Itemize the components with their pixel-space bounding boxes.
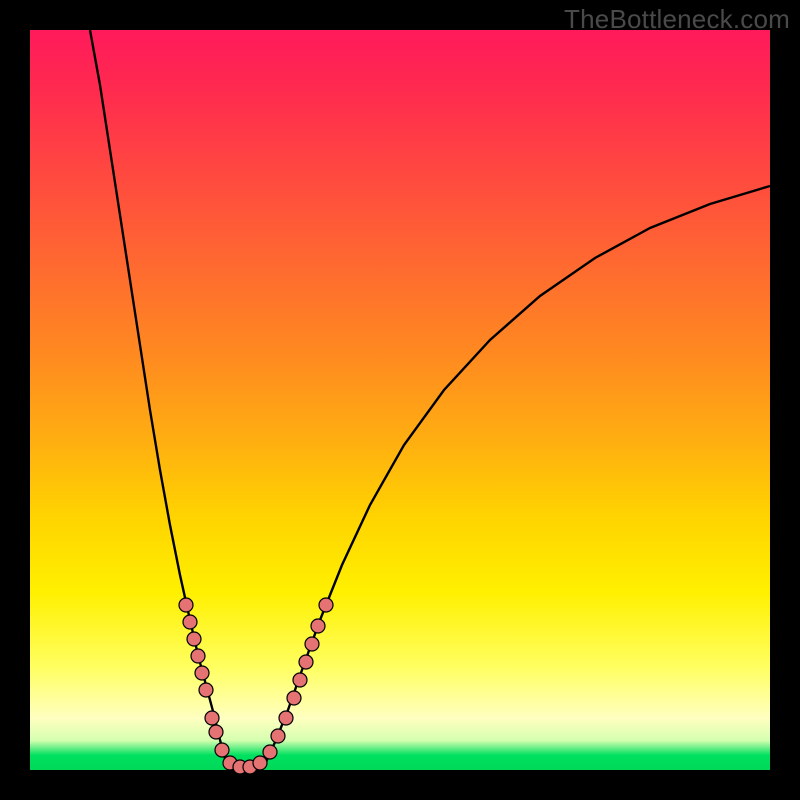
highlight-dot [209, 725, 223, 739]
highlight-dot [183, 615, 197, 629]
highlight-dot [263, 745, 277, 759]
highlight-dot [179, 598, 193, 612]
highlight-dot [199, 683, 213, 697]
highlight-dot [319, 598, 333, 612]
highlight-dot [287, 691, 301, 705]
highlight-dot [215, 743, 229, 757]
marker-group [179, 598, 333, 774]
highlight-dot [299, 655, 313, 669]
chart-frame: TheBottleneck.com [0, 0, 800, 800]
highlight-dot [293, 673, 307, 687]
highlight-dot [271, 729, 285, 743]
highlight-dot [311, 619, 325, 633]
watermark-text: TheBottleneck.com [564, 4, 790, 35]
highlight-dot [187, 632, 201, 646]
chart-plot-area [30, 30, 770, 770]
highlight-dot [205, 711, 219, 725]
highlight-dot [191, 649, 205, 663]
highlight-dot [279, 711, 293, 725]
chart-svg [30, 30, 770, 770]
highlight-dot [305, 637, 319, 651]
highlight-dot [195, 666, 209, 680]
highlight-dot [253, 756, 267, 770]
